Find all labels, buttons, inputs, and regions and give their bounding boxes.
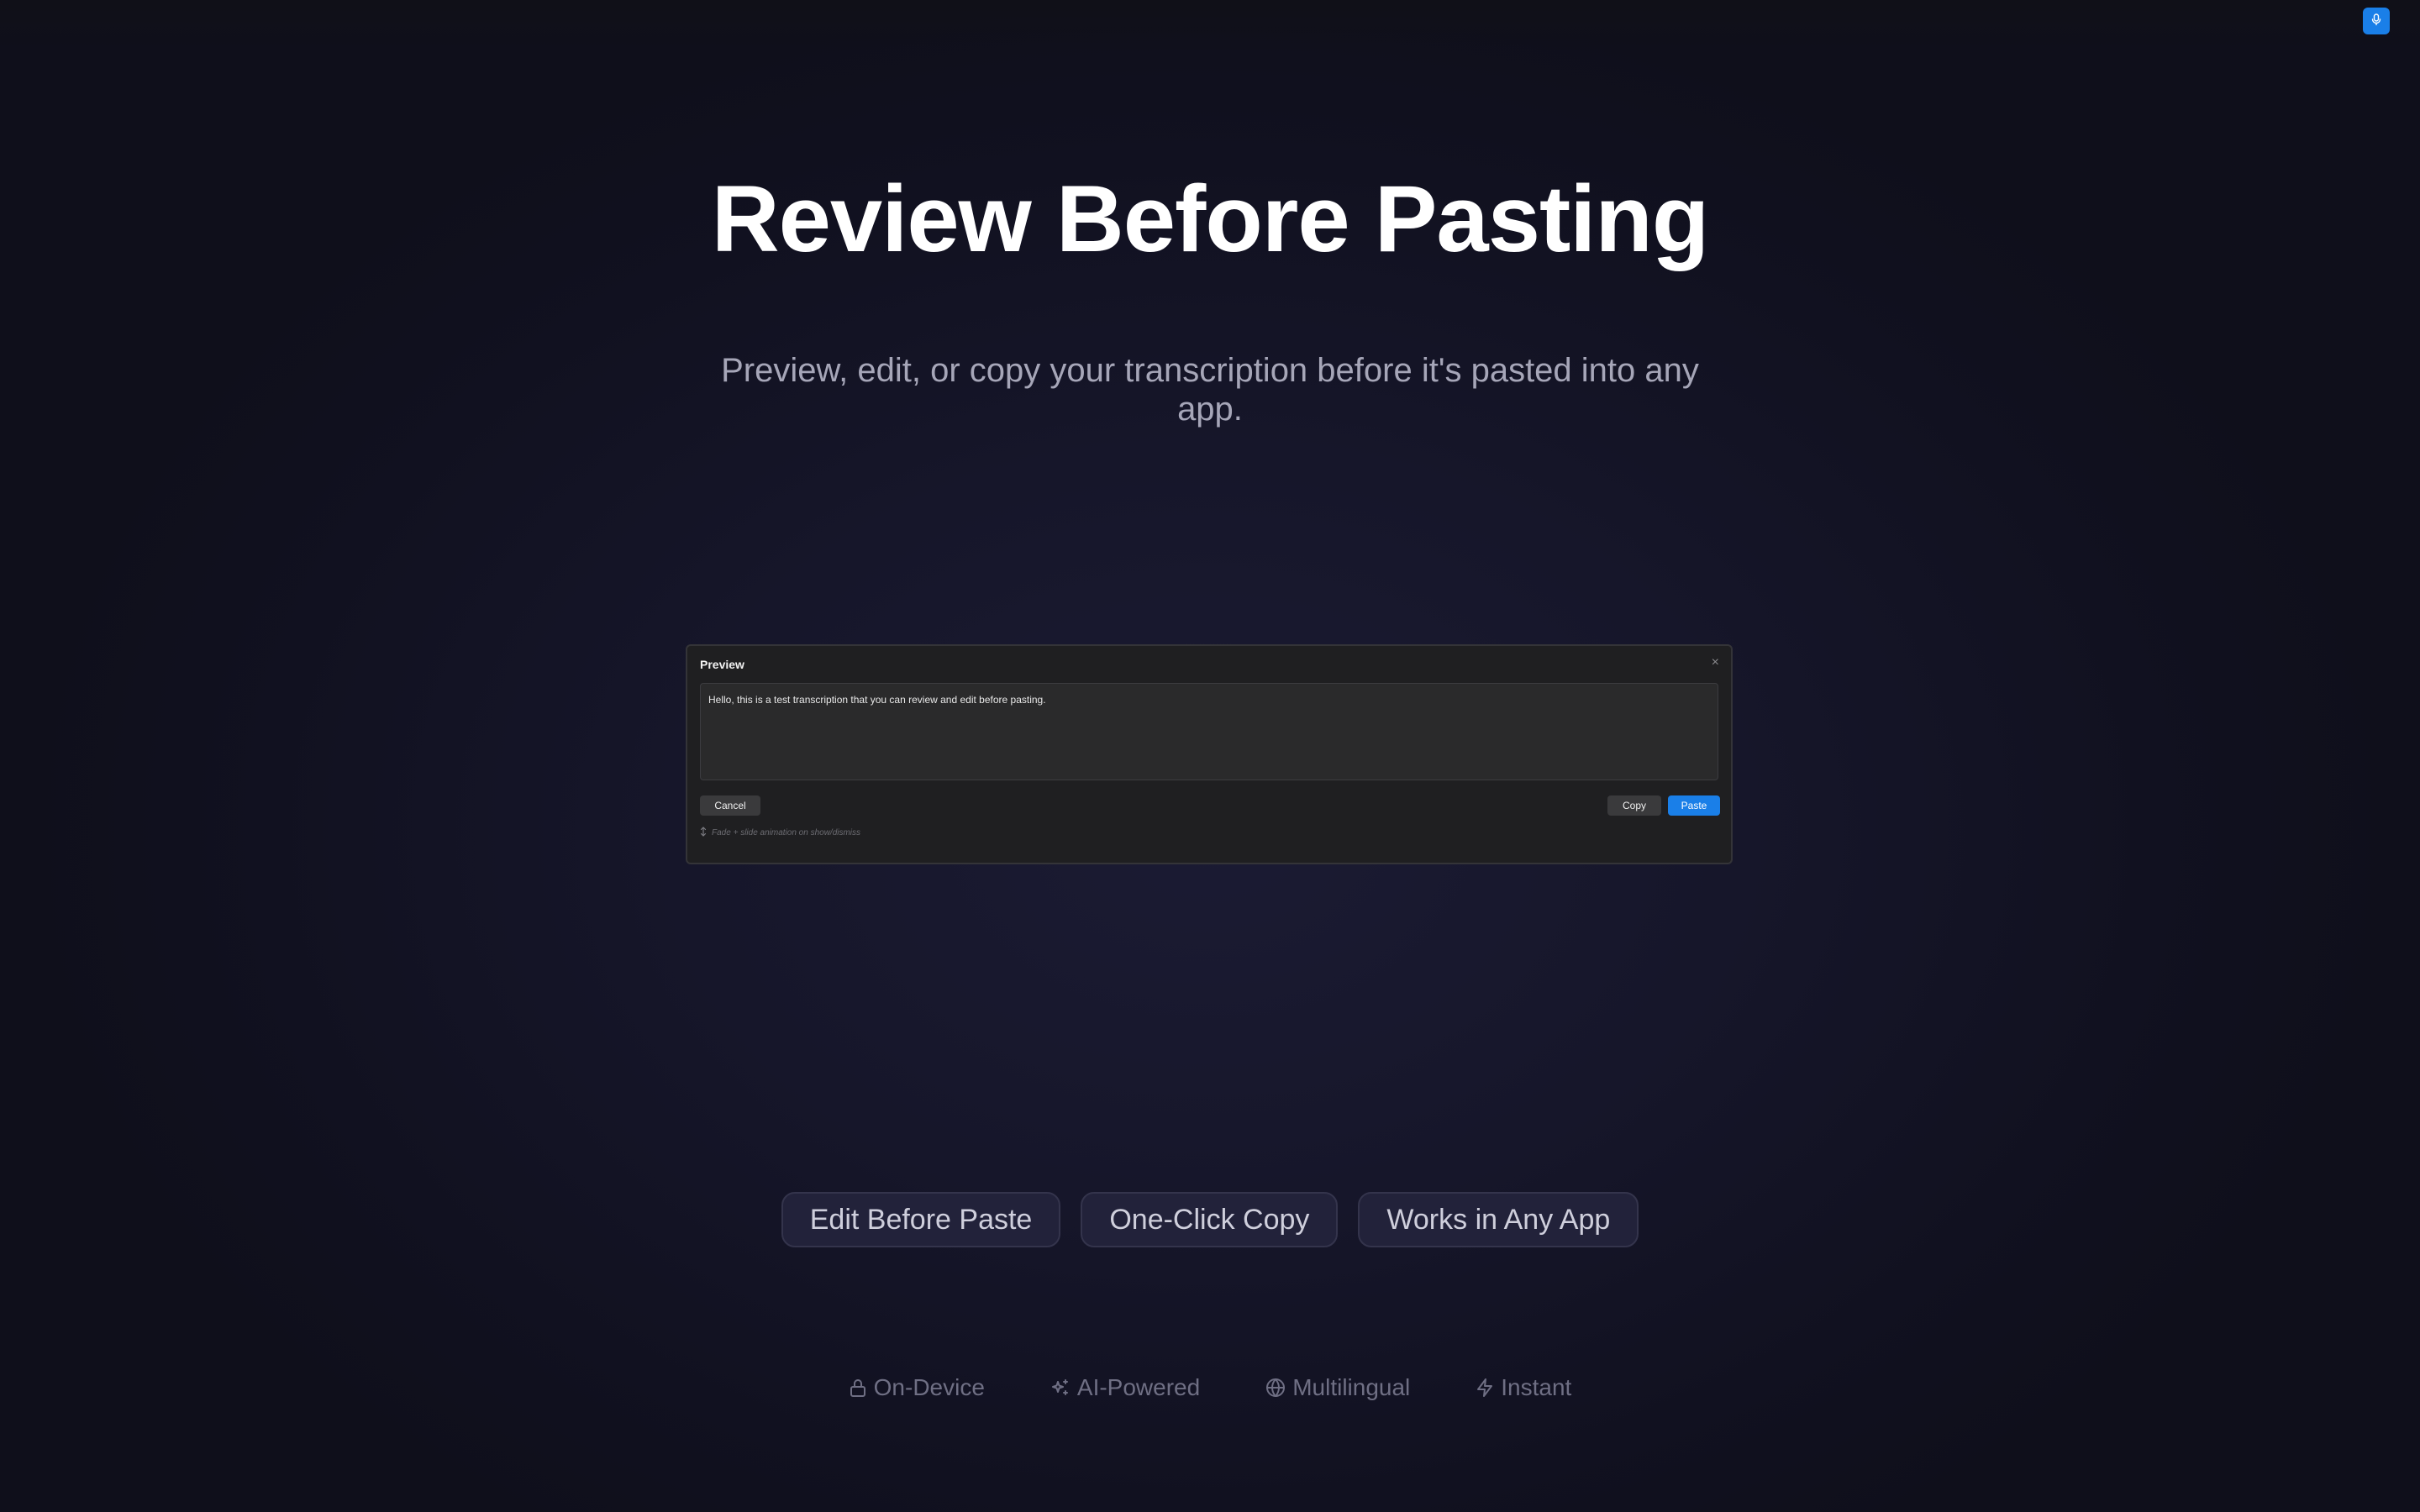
page-subtitle: Preview, edit, or copy your transcriptio… [721, 352, 1699, 428]
page-title: Review Before Pasting [711, 166, 1710, 271]
preview-dialog: Preview × Hello, this is a test transcri… [686, 644, 1733, 864]
feature-pill-copy: One-Click Copy [1081, 1192, 1339, 1247]
badge-ai-powered: AI-Powered [1050, 1374, 1200, 1401]
mic-button[interactable] [2363, 8, 2390, 34]
badge-label: Instant [1501, 1374, 1572, 1400]
close-icon[interactable]: × [1712, 656, 1719, 669]
top-bar [0, 0, 2420, 50]
feature-pill-edit: Edit Before Paste [781, 1192, 1061, 1247]
microphone-icon [2370, 13, 2383, 30]
lock-icon [849, 1378, 867, 1398]
copy-button[interactable]: Copy [1607, 795, 1661, 816]
badge-on-device: On-Device [849, 1374, 985, 1401]
badge-multilingual: Multilingual [1265, 1374, 1410, 1401]
badge-label: Multilingual [1292, 1374, 1411, 1400]
feature-badges: On-Device AI-Powered Multilingual Instan… [0, 1374, 2420, 1401]
feature-pills: Edit Before Paste One-Click Copy Works i… [0, 1192, 2420, 1247]
paste-button[interactable]: Paste [1668, 795, 1720, 816]
badge-label: AI-Powered [1076, 1374, 1201, 1400]
animation-hint: Fade + slide animation on show/dismiss [700, 827, 860, 839]
feature-pill-any-app: Works in Any App [1358, 1192, 1639, 1247]
globe-icon [1265, 1378, 1286, 1398]
bolt-icon [1476, 1378, 1494, 1398]
badge-instant: Instant [1476, 1374, 1571, 1401]
badge-label: On-Device [873, 1374, 985, 1400]
transcription-textarea[interactable]: Hello, this is a test transcription that… [700, 683, 1718, 780]
dialog-title: Preview [700, 658, 744, 671]
cancel-button[interactable]: Cancel [700, 795, 760, 816]
vertical-arrows-icon [700, 827, 707, 839]
hint-text: Fade + slide animation on show/dismiss [712, 828, 861, 837]
sparkles-icon [1050, 1378, 1071, 1398]
